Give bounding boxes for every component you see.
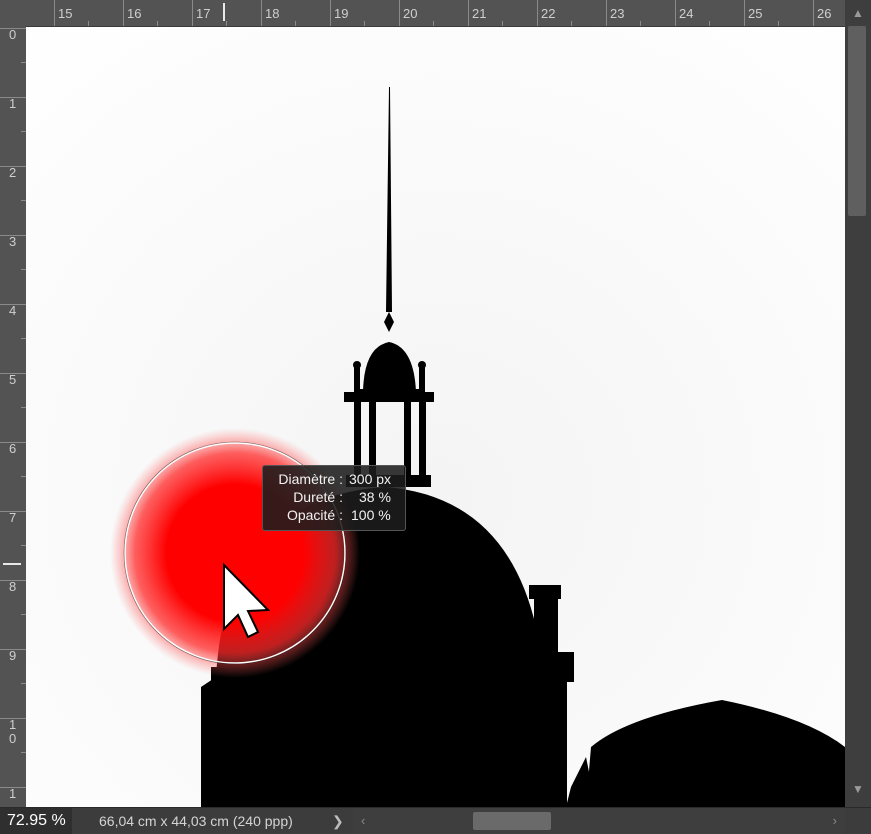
horizontal-scroll-thumb[interactable] <box>473 812 551 830</box>
ruler-cursor-marker <box>223 3 225 21</box>
vertical-ruler[interactable]: 0 1 2 3 4 5 6 7 8 9 1 0 1 <box>0 26 27 807</box>
ruler-left-label: 7 <box>9 510 17 525</box>
hardness-value: 38 % <box>359 489 391 505</box>
document-canvas[interactable] <box>26 27 845 807</box>
scroll-right-icon[interactable]: › <box>833 808 837 834</box>
ruler-top-label: 24 <box>679 6 694 21</box>
hardness-label: Dureté : <box>293 489 343 505</box>
ruler-top-label: 19 <box>334 6 349 21</box>
ruler-left-label: 0 <box>9 27 17 42</box>
ruler-left-label: 1 <box>9 96 17 111</box>
building-silhouette-image <box>26 27 845 807</box>
diameter-label: Diamètre : <box>278 471 343 487</box>
ruler-top-label: 18 <box>265 6 280 21</box>
ruler-left-label: 8 <box>9 579 17 594</box>
ruler-top-label: 21 <box>472 6 487 21</box>
ruler-left-label: 1 <box>9 786 17 801</box>
horizontal-ruler[interactable]: 15 16 17 18 19 20 21 22 23 24 25 26 <box>26 0 845 27</box>
opacity-value: 100 % <box>351 507 391 523</box>
scroll-left-icon[interactable]: ‹ <box>361 808 365 834</box>
ruler-top-label: 23 <box>610 6 625 21</box>
ruler-top-label: 15 <box>58 6 73 21</box>
horizontal-scrollbar[interactable]: ‹ › <box>353 808 845 834</box>
ruler-left-label: 5 <box>9 372 17 387</box>
ruler-left-label: 1 0 <box>9 717 17 746</box>
ruler-left-label: 2 <box>9 165 17 180</box>
ruler-left-label: 9 <box>9 648 17 663</box>
status-menu-arrow-icon[interactable]: ❯ <box>332 808 344 834</box>
opacity-label: Opacité : <box>286 507 343 523</box>
brush-info-tooltip: Diamètre : 300 px Dureté : 38 % Opacité … <box>262 465 406 531</box>
ruler-top-label: 22 <box>541 6 556 21</box>
scroll-up-icon[interactable]: ▲ <box>852 6 864 20</box>
document-size-info: 66,04 cm x 44,03 cm (240 ppp) <box>99 813 293 829</box>
diameter-value: 300 px <box>349 471 392 487</box>
status-bar: 72.95 % 66,04 cm x 44,03 cm (240 ppp) ❯ … <box>0 807 871 834</box>
ruler-top-label: 20 <box>403 6 418 21</box>
ruler-cursor-marker <box>3 563 21 565</box>
ruler-top-label: 17 <box>196 6 211 21</box>
ruler-top-label: 26 <box>817 6 832 21</box>
ruler-top-label: 25 <box>748 6 763 21</box>
ruler-left-label: 6 <box>9 441 17 456</box>
ruler-top-label: 16 <box>127 6 142 21</box>
scroll-down-icon[interactable]: ▼ <box>852 782 864 796</box>
vertical-scrollbar[interactable]: ▲ ▼ <box>845 0 871 807</box>
ruler-left-label: 4 <box>9 303 17 318</box>
vertical-scroll-thumb[interactable] <box>848 26 866 216</box>
ruler-left-label: 3 <box>9 234 17 249</box>
zoom-level-field[interactable]: 72.95 % <box>0 808 72 834</box>
ruler-corner <box>0 0 26 26</box>
